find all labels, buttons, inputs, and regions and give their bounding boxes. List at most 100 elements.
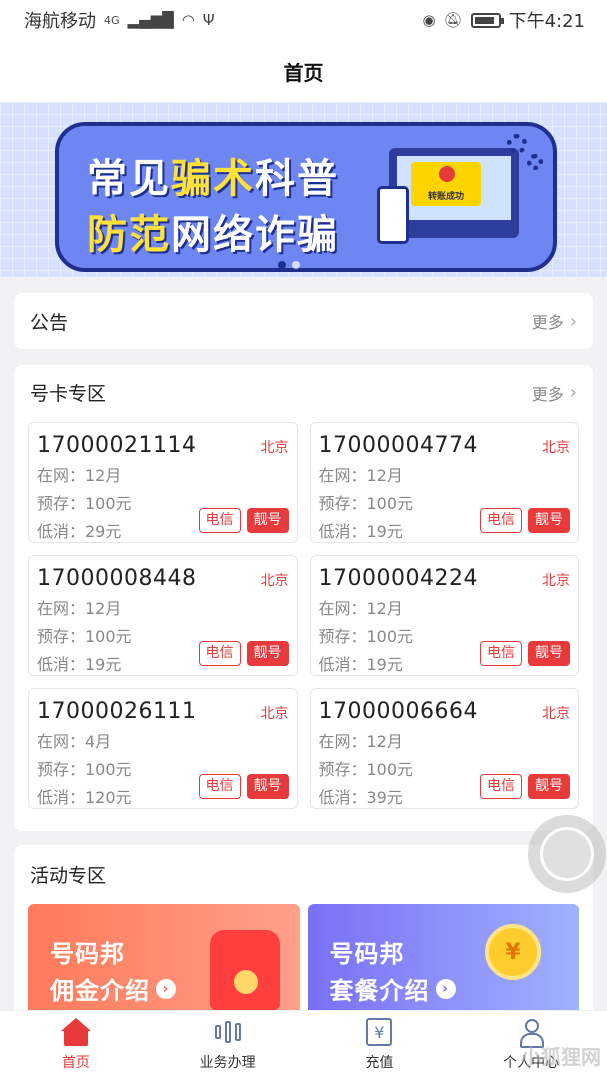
- number-grid: 17000021114 北京 在网：12月 预存：100元 低消：29元 电信 …: [28, 422, 579, 809]
- banner-text: 常见: [87, 156, 171, 202]
- carrier-tag: 电信: [480, 774, 522, 799]
- notice-more-link[interactable]: 更多 ›: [532, 309, 577, 333]
- gear-icon: [507, 134, 527, 154]
- package-banner[interactable]: 号码邦 套餐介绍 › ¥: [307, 904, 580, 1012]
- gear-icon: [527, 154, 543, 170]
- coin-icon: [233, 970, 258, 994]
- city-label: 北京: [542, 440, 570, 456]
- red-envelope-icon: [209, 930, 280, 1010]
- carrier-tag: 电信: [198, 508, 241, 533]
- signal-icon: ▂▄▆█: [127, 11, 174, 29]
- tag-group: 电信 靓号: [198, 641, 289, 666]
- online-duration: 在网：4月: [37, 732, 112, 751]
- premium-tag: 靓号: [246, 774, 289, 799]
- banner-image[interactable]: 常见骗术科普 防范网络诈骗 转账成功: [55, 122, 557, 272]
- home-icon: [60, 1018, 91, 1046]
- city-label: 北京: [260, 706, 289, 722]
- carrier-tag: 电信: [480, 508, 522, 533]
- phone-number: 17000006664: [318, 699, 478, 724]
- tag-group: 电信 靓号: [198, 508, 289, 533]
- carousel-indicator: [278, 261, 300, 269]
- floating-assistive-button[interactable]: [528, 815, 606, 893]
- chevron-right-icon: ›: [569, 310, 577, 332]
- section-header: 活动专区: [28, 859, 579, 904]
- premium-tag: 靓号: [528, 641, 570, 666]
- number-card[interactable]: 17000006664 北京 在网：12月 预存：100元 低消：39元 电信 …: [309, 688, 579, 809]
- online-duration: 在网：12月: [37, 466, 122, 485]
- notice-bar[interactable]: 公告 更多 ›: [14, 293, 593, 349]
- city-label: 北京: [260, 573, 289, 589]
- carrier-tag: 电信: [480, 641, 522, 666]
- banner-text: 网络诈骗: [171, 212, 339, 258]
- status-bar: 海航移动 4G ▂▄▆█ ◠ Ψ ◉ 🔕︎ 下午4:21: [0, 0, 607, 40]
- carousel-dot: [292, 261, 300, 269]
- premium-tag: 靓号: [246, 508, 289, 533]
- watermark: 小狐狸网: [521, 1045, 601, 1069]
- banner-line2: 防范网络诈骗: [87, 202, 339, 260]
- city-label: 北京: [260, 440, 289, 456]
- phone-illustration: [377, 186, 409, 244]
- banner-line1: 常见骗术科普: [87, 146, 339, 204]
- premium-tag: 靓号: [528, 774, 570, 799]
- tab-home[interactable]: 首页: [0, 1011, 152, 1080]
- phone-number: 17000026111: [37, 699, 197, 724]
- number-card[interactable]: 17000021114 北京 在网：12月 预存：100元 低消：29元 电信 …: [28, 422, 298, 543]
- activity-banners: 号码邦 佣金介绍 › 号码邦 套餐介绍 › ¥: [28, 904, 579, 1012]
- eye-icon: ◉: [422, 11, 436, 29]
- carrier-tag: 电信: [198, 774, 241, 799]
- status-left: 海航移动 4G ▂▄▆█ ◠ Ψ: [24, 7, 215, 33]
- tag-group: 电信 靓号: [480, 774, 570, 799]
- activity-subtitle: 套餐介绍: [329, 977, 430, 1005]
- usb-icon: Ψ: [202, 11, 215, 29]
- network-type: 4G: [104, 13, 120, 27]
- number-card[interactable]: 17000004224 北京 在网：12月 预存：100元 低消：19元 电信 …: [309, 555, 579, 676]
- tab-business[interactable]: 业务办理: [152, 1011, 304, 1080]
- tab-recharge[interactable]: ¥ 充值: [304, 1011, 456, 1080]
- phone-number: 17000008448: [37, 566, 197, 591]
- status-time: 下午4:21: [508, 11, 585, 32]
- chevron-right-icon: ›: [156, 978, 176, 999]
- number-card[interactable]: 17000008448 北京 在网：12月 预存：100元 低消：19元 电信 …: [28, 555, 298, 676]
- premium-tag: 靓号: [246, 641, 289, 666]
- more-label: 更多: [531, 384, 564, 404]
- city-label: 北京: [542, 706, 570, 722]
- yen-icon: ¥: [366, 1018, 393, 1046]
- yen-coin-icon: ¥: [485, 924, 541, 980]
- phone-number: 17000004224: [318, 566, 478, 591]
- activity-subtitle: 佣金介绍: [50, 977, 150, 1005]
- page-title: 首页: [0, 40, 607, 102]
- tab-label: 充值: [365, 1055, 394, 1071]
- tag-group: 电信 靓号: [480, 641, 570, 666]
- chevron-right-icon: ›: [435, 978, 456, 999]
- tab-label: 首页: [61, 1055, 90, 1071]
- chevron-right-icon: ›: [569, 382, 577, 403]
- status-right: ◉ 🔕︎ 下午4:21: [422, 7, 585, 33]
- notice-title: 公告: [30, 311, 69, 334]
- section-header: 号卡专区 更多 ›: [28, 379, 579, 422]
- stamp-text: 转账成功: [427, 192, 464, 202]
- tab-label: 业务办理: [199, 1055, 256, 1071]
- bottom-tab-bar: 首页 业务办理 ¥ 充值 个人中心: [0, 1010, 607, 1080]
- commission-banner[interactable]: 号码邦 佣金介绍 ›: [28, 904, 300, 1012]
- phone-number: 17000004774: [318, 433, 478, 458]
- section-title: 号卡专区: [30, 383, 107, 405]
- banner-carousel[interactable]: 常见骗术科普 防范网络诈骗 转账成功: [0, 102, 607, 277]
- number-card[interactable]: 17000026111 北京 在网：4月 预存：100元 低消：120元 电信 …: [28, 688, 298, 809]
- more-label: 更多: [531, 313, 564, 332]
- activity-section: 活动专区 号码邦 佣金介绍 › 号码邦 套餐介绍 › ¥: [14, 845, 593, 1021]
- battery-icon: [470, 12, 504, 28]
- number-section: 号卡专区 更多 › 17000021114 北京 在网：12月 预存：100元 …: [14, 365, 593, 831]
- wifi-icon: ◠: [181, 11, 195, 29]
- online-duration: 在网：12月: [318, 732, 403, 751]
- activity-subtitle-row: 套餐介绍 ›: [330, 971, 580, 1006]
- floating-button-inner: [540, 827, 594, 881]
- carrier-tag: 电信: [198, 641, 241, 666]
- bar-chart-icon: [213, 1018, 243, 1046]
- number-card[interactable]: 17000004774 北京 在网：12月 预存：100元 低消：19元 电信 …: [309, 422, 579, 543]
- check-icon: [439, 166, 455, 182]
- tag-group: 电信 靓号: [198, 774, 289, 799]
- numbers-more-link[interactable]: 更多 ›: [532, 381, 577, 405]
- mute-bell-icon: 🔕︎: [443, 11, 463, 29]
- activity-title: 号码邦: [329, 940, 405, 968]
- carrier-name: 海航移动: [24, 11, 96, 32]
